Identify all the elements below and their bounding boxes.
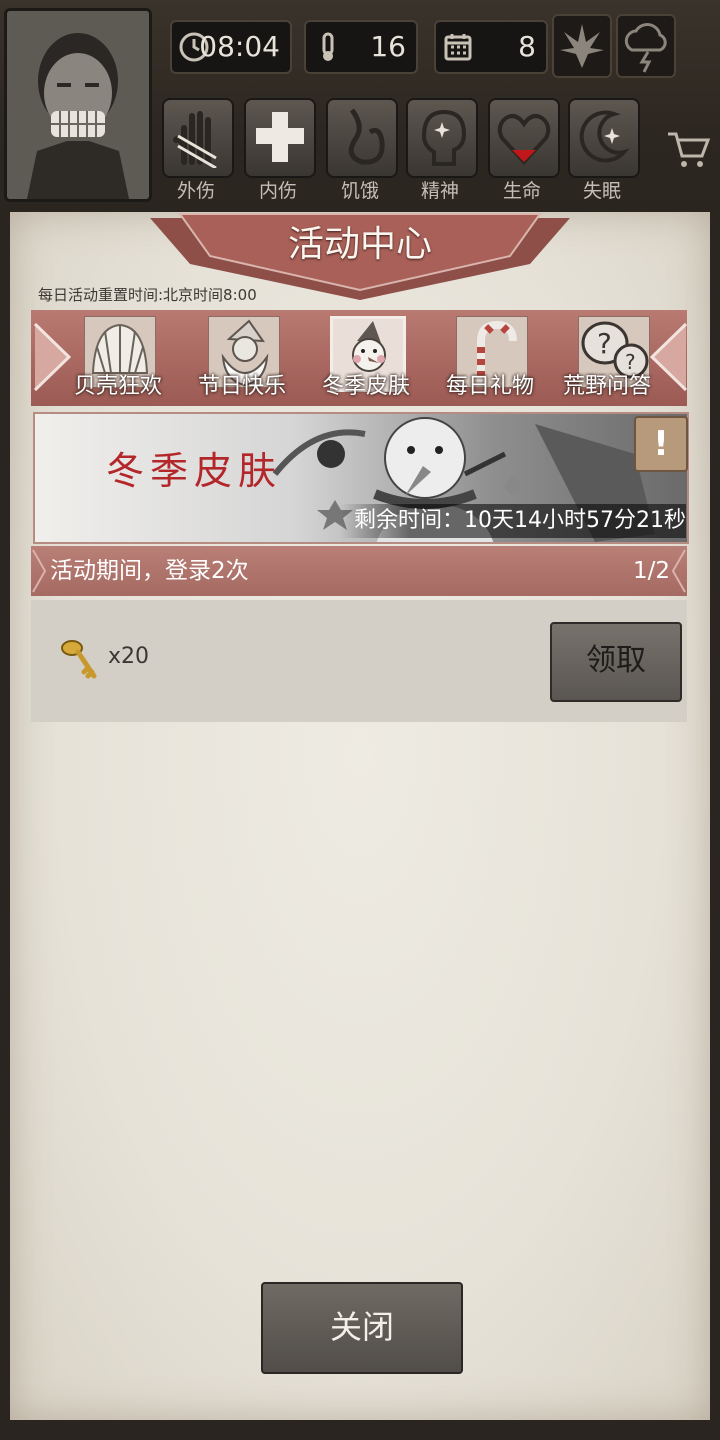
temperature-value: 16: [370, 30, 406, 63]
status-label-trauma: 外伤: [176, 180, 215, 202]
countdown-timer: 剩余时间：10天14小时57分21秒: [340, 504, 686, 538]
cross-icon: [256, 112, 304, 162]
status-label-insomnia: 失眠: [582, 180, 621, 202]
key-icon: [61, 640, 97, 679]
status-label-hunger: 饥饿: [340, 180, 379, 202]
status-hunger[interactable]: [326, 98, 398, 178]
temperature-display: 16: [304, 20, 418, 74]
thermometer-icon: [322, 32, 334, 61]
status-label-life: 生命: [502, 180, 541, 202]
svg-text:?: ?: [625, 350, 636, 374]
moon-icon: [579, 110, 630, 163]
head-icon: [421, 109, 467, 166]
tab-label-holiday: 节日快乐: [197, 374, 286, 399]
svg-text:?: ?: [597, 327, 612, 360]
shop-cart-icon[interactable]: [666, 130, 710, 170]
tab-label-wild-quiz: 荒野问答: [562, 374, 651, 399]
status-mental[interactable]: [406, 98, 478, 178]
panel-title: 活动中心: [287, 224, 432, 265]
leaf-icon: [560, 24, 604, 68]
character-avatar[interactable]: [4, 8, 152, 202]
tab-label-shell-carnival: 贝壳狂欢: [73, 374, 162, 399]
tab-label-daily-gift: 每日礼物: [445, 374, 534, 399]
close-button[interactable]: 关闭: [261, 1282, 463, 1374]
clock-display: 08:04: [170, 20, 292, 74]
banner-title: 冬季皮肤: [106, 449, 283, 493]
tab-label-winter-skin: 冬季皮肤: [321, 374, 410, 399]
task-progress: 1/2: [632, 558, 670, 584]
task-description: 活动期间，登录2次: [50, 558, 249, 584]
time-value: 08:04: [199, 30, 280, 63]
stomach-icon: [348, 108, 385, 165]
status-life[interactable]: [488, 98, 560, 178]
day-display: 8: [434, 20, 548, 74]
reset-time-note: 每日活动重置时间:北京时间8:00: [38, 286, 257, 304]
status-label-internal: 内伤: [258, 180, 297, 202]
reward-quantity: x20: [108, 644, 150, 669]
leaf-button[interactable]: [552, 14, 612, 78]
status-insomnia[interactable]: [568, 98, 640, 178]
status-label-mental: 精神: [420, 180, 459, 202]
day-value: 8: [518, 30, 536, 63]
info-button[interactable]: !: [634, 416, 688, 472]
claim-button[interactable]: 领取: [550, 622, 682, 702]
heart-icon: [497, 114, 551, 165]
status-trauma[interactable]: [162, 98, 234, 178]
hand-icon: [173, 111, 217, 168]
storm-cloud-icon: [624, 23, 667, 73]
status-internal[interactable]: [244, 98, 316, 178]
weather-button[interactable]: [616, 14, 676, 78]
calendar-icon: [444, 34, 472, 61]
